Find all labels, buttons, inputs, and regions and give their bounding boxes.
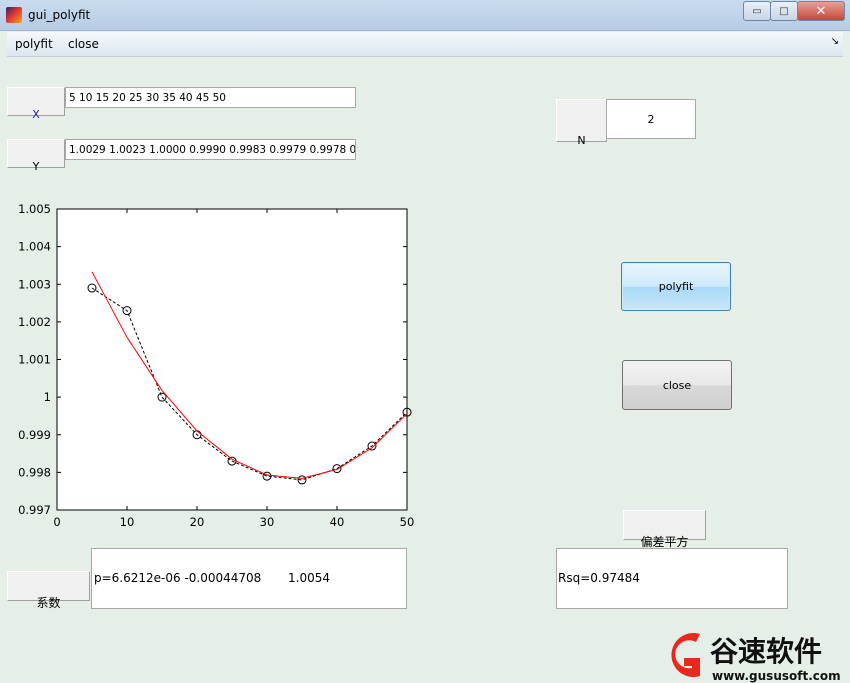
y-input[interactable]: [65, 139, 356, 160]
polyfit-plot: 0 10 20 30 40 50 0.997 0.998 0.999 1 1.001 1.002 1.0…: [18, 202, 415, 529]
y-tick-label: 1: [44, 390, 51, 404]
coef-value: p=6.6212e-06 -0.00044708 1.0054: [94, 571, 331, 585]
menu-close[interactable]: close: [68, 37, 99, 51]
menu-bar: polyfit close ↘: [7, 32, 843, 57]
gususoft-watermark: 谷速软件 www.gususoft.com: [671, 633, 841, 683]
n-label: N: [577, 134, 586, 147]
x-label-button[interactable]: X: [7, 87, 65, 121]
rsq-output: Rsq=0.97484: [556, 548, 788, 609]
y-tick-label: 1.003: [18, 277, 51, 291]
y-tick-label: 1.004: [18, 240, 51, 254]
x-tick-label: 30: [260, 515, 275, 529]
y-tick-label: 0.998: [18, 465, 51, 479]
residual-label-button[interactable]: 偏差平方: [623, 510, 706, 549]
coef-output: p=6.6212e-06 -0.00044708 1.0054: [91, 548, 407, 609]
y-label-button[interactable]: Y: [7, 139, 65, 173]
close-button-label: close: [662, 378, 692, 392]
close-icon: ✕: [815, 3, 827, 19]
coef-label: 系数: [36, 596, 61, 610]
title-bar[interactable]: gui_polyfit ▭ □ ✕: [0, 0, 850, 31]
watermark-url: www.gususoft.com: [712, 669, 841, 683]
x-tick-label: 10: [120, 515, 135, 529]
n-input[interactable]: [606, 99, 696, 139]
close-button[interactable]: close: [622, 360, 732, 410]
x-tick-label: 50: [400, 515, 415, 529]
x-tick-label: 20: [190, 515, 205, 529]
toolbar-toggle-icon[interactable]: ↘: [831, 36, 839, 47]
rsq-value: Rsq=0.97484: [558, 571, 640, 585]
menu-polyfit[interactable]: polyfit: [15, 37, 53, 51]
matlab-logo-icon: [6, 7, 22, 23]
x-tick-label: 0: [53, 515, 60, 529]
gususoft-logo-icon: [671, 633, 700, 677]
polyfit-button[interactable]: polyfit: [621, 262, 731, 311]
polyfit-button-label: polyfit: [658, 280, 694, 293]
close-window-button[interactable]: ✕: [797, 1, 845, 21]
window-title: gui_polyfit: [28, 8, 91, 22]
maximize-icon: □: [779, 5, 789, 17]
y-label: Y: [32, 160, 40, 173]
minimize-button[interactable]: ▭: [743, 1, 771, 21]
x-tick-label: 40: [330, 515, 345, 529]
y-tick-label: 1.001: [18, 353, 51, 367]
n-label-button[interactable]: N: [556, 99, 607, 147]
y-tick-label: 1.005: [18, 202, 51, 216]
app-window: gui_polyfit ▭ □ ✕ polyfit close ↘ X Y N …: [0, 0, 850, 683]
x-input[interactable]: [65, 87, 356, 108]
y-tick-label: 0.997: [18, 503, 51, 517]
y-tick-label: 1.002: [18, 315, 51, 329]
watermark-brand: 谷速软件: [710, 635, 822, 668]
window-controls: ▭ □ ✕: [743, 1, 845, 21]
y-tick-label: 0.999: [18, 428, 51, 442]
maximize-button[interactable]: □: [770, 1, 798, 21]
x-label: X: [32, 108, 40, 121]
minimize-icon: ▭: [752, 5, 762, 17]
coef-label-button[interactable]: 系数: [7, 571, 90, 610]
